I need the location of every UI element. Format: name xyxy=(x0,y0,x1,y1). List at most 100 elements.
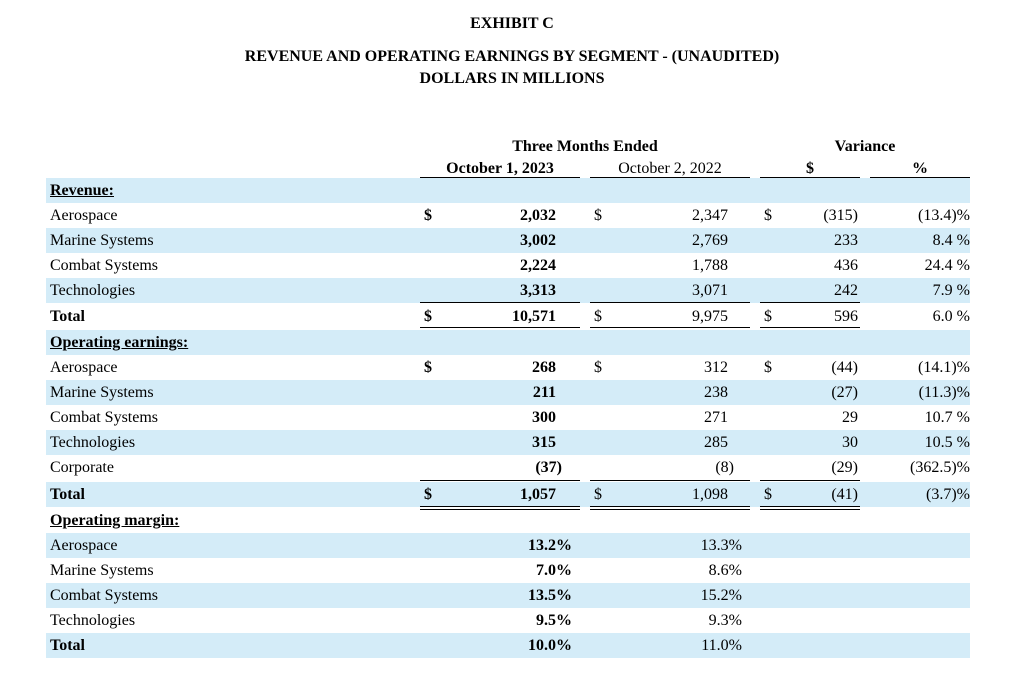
value-2022: 3,071 xyxy=(692,282,728,299)
col-2023-header: October 1, 2023 xyxy=(446,160,554,177)
row-label: Aerospace xyxy=(50,207,118,224)
row-label: Combat Systems xyxy=(50,409,159,426)
row-label: Aerospace xyxy=(50,359,118,376)
table-row: Technologies 9.5% 9.3% xyxy=(46,608,970,633)
row-label: Marine Systems xyxy=(50,384,154,401)
table-row: Corporate (37) (8) (29) (362.5)% xyxy=(46,455,970,480)
variance-value: 596 xyxy=(834,308,858,325)
margin-2023: 10.0% xyxy=(528,637,572,654)
variance-percent: 10.5 % xyxy=(924,434,970,451)
row-label: Combat Systems xyxy=(50,257,159,274)
currency-sign: $ xyxy=(424,308,432,325)
margin-2023: 13.5% xyxy=(528,587,572,604)
currency-sign: $ xyxy=(594,207,602,224)
revenue-label: Revenue: xyxy=(50,182,114,199)
variance-percent: 7.9 % xyxy=(932,282,970,299)
value-2022: 312 xyxy=(704,359,728,376)
value-2022: (8) xyxy=(715,459,734,476)
currency-sign: $ xyxy=(424,486,432,503)
variance-percent: 10.7 % xyxy=(924,409,970,426)
value-2023: 268 xyxy=(532,359,556,376)
currency-sign: $ xyxy=(424,207,432,224)
total-label: Total xyxy=(50,486,85,503)
operating-margin-label: Operating margin: xyxy=(50,512,180,529)
col-variance-dollar-header: $ xyxy=(806,160,814,177)
value-2022: 285 xyxy=(704,434,728,451)
value-2022: 2,769 xyxy=(692,232,728,249)
variance-percent: 6.0 % xyxy=(932,308,970,325)
variance-percent: (13.4)% xyxy=(918,207,970,224)
margin-2023: 9.5% xyxy=(536,612,572,629)
subtotal-rule xyxy=(760,302,860,303)
row-label: Technologies xyxy=(50,282,136,299)
table-row: Combat Systems 2,224 1,788 436 24.4 % xyxy=(46,253,970,278)
variance-header: Variance xyxy=(834,138,896,155)
value-2023: 3,002 xyxy=(520,232,556,249)
operating-margin-section-header: Operating margin: xyxy=(46,508,970,533)
value-2023: 3,313 xyxy=(520,282,556,299)
value-2022: 1,788 xyxy=(692,257,728,274)
table-row: Technologies 315 285 30 10.5 % xyxy=(46,430,970,455)
table-row: Technologies 3,313 3,071 242 7.9 % xyxy=(46,278,970,303)
currency-sign: $ xyxy=(764,359,772,376)
value-2023: (37) xyxy=(535,459,562,476)
row-label: Marine Systems xyxy=(50,562,154,579)
margin-2022: 15.2% xyxy=(700,587,742,604)
value-2022: 1,098 xyxy=(692,486,728,503)
subtotal-rule xyxy=(760,480,860,481)
table-row: Aerospace 13.2% 13.3% xyxy=(46,533,970,558)
value-2023: 2,224 xyxy=(520,257,556,274)
total-label: Total xyxy=(50,637,85,654)
value-2023: 10,571 xyxy=(512,308,556,325)
operating-earnings-label: Operating earnings: xyxy=(50,334,189,351)
table-row: Aerospace $ 2,032 $ 2,347 $ (315) (13.4)… xyxy=(46,203,970,228)
subtotal-rule xyxy=(590,302,750,303)
value-2022: 9,975 xyxy=(692,308,728,325)
variance-percent: (11.3)% xyxy=(918,384,970,401)
variance-value: 233 xyxy=(834,232,858,249)
variance-value: (27) xyxy=(831,384,858,401)
variance-value: (315) xyxy=(823,207,858,224)
variance-value: (41) xyxy=(831,486,858,503)
row-label: Corporate xyxy=(50,459,114,476)
value-2022: 271 xyxy=(704,409,728,426)
report-subtitle: DOLLARS IN MILLIONS xyxy=(419,70,605,87)
variance-percent: 8.4 % xyxy=(932,232,970,249)
total-label: Total xyxy=(50,308,85,325)
variance-value: (29) xyxy=(831,459,858,476)
currency-sign: $ xyxy=(594,308,602,325)
total-row: Total $ 10,571 $ 9,975 $ 596 6.0 % xyxy=(46,304,970,329)
table-row: Marine Systems 211 238 (27) (11.3)% xyxy=(46,380,970,405)
table-row: Aerospace $ 268 $ 312 $ (44) (14.1)% xyxy=(46,355,970,380)
currency-sign: $ xyxy=(764,486,772,503)
currency-sign: $ xyxy=(594,359,602,376)
operating-earnings-section-header: Operating earnings: xyxy=(46,330,970,355)
currency-sign: $ xyxy=(594,486,602,503)
variance-percent: (3.7)% xyxy=(926,486,970,503)
currency-sign: $ xyxy=(424,359,432,376)
row-label: Aerospace xyxy=(50,537,118,554)
subtotal-rule xyxy=(420,302,580,303)
row-label: Technologies xyxy=(50,612,136,629)
report-title: REVENUE AND OPERATING EARNINGS BY SEGMEN… xyxy=(244,48,780,65)
table-row: Marine Systems 7.0% 8.6% xyxy=(46,558,970,583)
margin-2023: 13.2% xyxy=(528,537,572,554)
subtotal-rule xyxy=(420,480,580,481)
table-row: Combat Systems 13.5% 15.2% xyxy=(46,583,970,608)
value-2022: 2,347 xyxy=(692,207,728,224)
table-row: Marine Systems 3,002 2,769 233 8.4 % xyxy=(46,228,970,253)
exhibit-label: EXHIBIT C xyxy=(470,15,554,32)
value-2023: 315 xyxy=(532,434,556,451)
value-2023: 2,032 xyxy=(520,207,556,224)
total-row: Total $ 1,057 $ 1,098 $ (41) (3.7)% xyxy=(46,482,970,507)
table-row: Combat Systems 300 271 29 10.7 % xyxy=(46,405,970,430)
currency-sign: $ xyxy=(764,308,772,325)
row-label: Marine Systems xyxy=(50,232,154,249)
row-label: Technologies xyxy=(50,434,136,451)
value-2023: 211 xyxy=(532,384,556,401)
three-months-header: Three Months Ended xyxy=(512,138,658,155)
col-variance-pct-header: % xyxy=(912,160,928,177)
total-row: Total 10.0% 11.0% xyxy=(46,633,970,658)
col-2022-header: October 2, 2022 xyxy=(618,160,722,177)
value-2023: 1,057 xyxy=(520,486,556,503)
